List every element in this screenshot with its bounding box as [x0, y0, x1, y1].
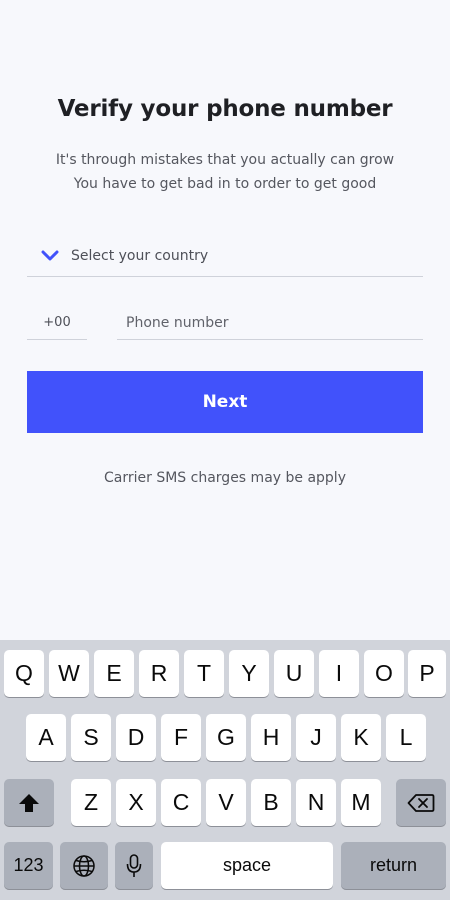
key-v[interactable]: V [206, 779, 246, 826]
key-g[interactable]: G [206, 714, 246, 761]
key-u[interactable]: U [274, 650, 314, 697]
key-l[interactable]: L [386, 714, 426, 761]
chevron-down-icon [41, 250, 59, 261]
key-j[interactable]: J [296, 714, 336, 761]
key-z[interactable]: Z [71, 779, 111, 826]
country-code-field[interactable]: +00 [27, 306, 87, 340]
key-m[interactable]: M [341, 779, 381, 826]
backspace-key[interactable] [396, 779, 446, 826]
key-b[interactable]: B [251, 779, 291, 826]
shift-key[interactable] [4, 779, 54, 826]
key-x[interactable]: X [116, 779, 156, 826]
key-o[interactable]: O [364, 650, 404, 697]
key-a[interactable]: A [26, 714, 66, 761]
return-key[interactable]: return [341, 842, 446, 889]
backspace-icon [407, 793, 435, 812]
key-s[interactable]: S [71, 714, 111, 761]
subtitle-line-1: It's through mistakes that you actually … [55, 152, 395, 168]
next-button[interactable]: Next [27, 371, 423, 433]
globe-key[interactable] [60, 842, 108, 889]
sms-charges-note: Carrier SMS charges may be apply [104, 470, 346, 486]
key-y[interactable]: Y [229, 650, 269, 697]
numbers-key[interactable]: 123 [4, 842, 53, 889]
microphone-icon [126, 853, 142, 877]
key-h[interactable]: H [251, 714, 291, 761]
key-e[interactable]: E [94, 650, 134, 697]
country-select[interactable]: Select your country [27, 236, 423, 277]
microphone-key[interactable] [115, 842, 153, 889]
key-w[interactable]: W [49, 650, 89, 697]
key-k[interactable]: K [341, 714, 381, 761]
verify-phone-screen: Verify your phone number It's through mi… [0, 0, 450, 640]
globe-icon [73, 854, 95, 877]
key-d[interactable]: D [116, 714, 156, 761]
key-t[interactable]: T [184, 650, 224, 697]
key-i[interactable]: I [319, 650, 359, 697]
key-p[interactable]: P [408, 650, 446, 697]
page-title: Verify your phone number [57, 96, 393, 122]
key-c[interactable]: C [161, 779, 201, 826]
space-key[interactable]: space [161, 842, 333, 889]
subtitle-line-2: You have to get bad in to order to get g… [73, 176, 377, 192]
onscreen-keyboard: Q W E R T Y U I O P A S D F G H J K L Z … [0, 640, 450, 900]
key-q[interactable]: Q [4, 650, 44, 697]
subtitle: It's through mistakes that you actually … [0, 148, 450, 196]
shift-icon [19, 793, 39, 812]
key-r[interactable]: R [139, 650, 179, 697]
country-select-label: Select your country [71, 248, 209, 264]
key-f[interactable]: F [161, 714, 201, 761]
phone-number-input[interactable] [117, 306, 423, 340]
key-n[interactable]: N [296, 779, 336, 826]
